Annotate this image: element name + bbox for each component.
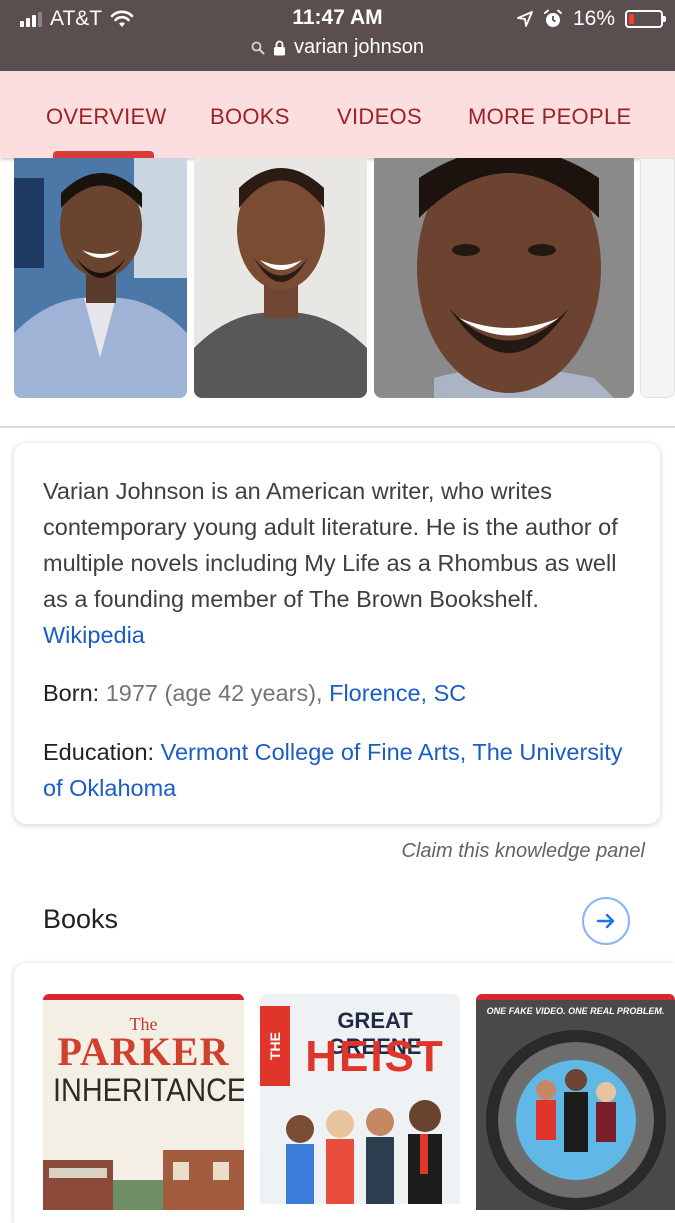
born-fact: Born: 1977 (age 42 years), Florence, SC xyxy=(43,680,466,707)
tab-bar: OVERVIEW BOOKS VIDEOS MORE PEOPLE xyxy=(0,71,675,158)
book-cover-2[interactable]: THE GREAT GREENE HEIST xyxy=(260,994,460,1204)
description-text: Varian Johnson is an American writer, wh… xyxy=(43,478,618,612)
battery-percent: 16% xyxy=(572,7,615,30)
books-heading: Books xyxy=(43,904,119,934)
portrait-photo-3[interactable] xyxy=(374,158,634,398)
status-right: 16% xyxy=(517,6,666,32)
location-icon xyxy=(517,11,533,27)
alarm-icon xyxy=(543,9,562,27)
tab-books[interactable]: BOOKS xyxy=(210,104,290,130)
books-more-button[interactable] xyxy=(582,897,630,945)
book-2-title-vertical: THE xyxy=(260,1006,290,1086)
active-tab-indicator xyxy=(53,151,154,158)
born-value: 1977 (age 42 years), xyxy=(105,680,323,706)
tab-overview[interactable]: OVERVIEW xyxy=(46,104,167,130)
book-1-title-sub: INHERITANCE xyxy=(53,1072,244,1108)
arrow-right-icon xyxy=(596,913,615,929)
url-bar[interactable]: varian johnson xyxy=(0,36,675,59)
book-cover-3[interactable]: ONE FAKE VIDEO. ONE REAL PROBLEM. xyxy=(476,994,675,1210)
tab-more-people[interactable]: MORE PEOPLE xyxy=(468,104,631,130)
book-1-title-main: PARKER xyxy=(57,1029,230,1074)
search-icon xyxy=(251,41,265,54)
tab-videos[interactable]: VIDEOS xyxy=(337,104,422,130)
status-bar: AT&T 11:47 AM 16% varian johnson xyxy=(0,0,675,71)
book-3-tagline: ONE FAKE VIDEO. ONE REAL PROBLEM. xyxy=(486,1006,665,1016)
wikipedia-link[interactable]: Wikipedia xyxy=(43,622,145,648)
book-2-title-main: HEIST xyxy=(305,1032,445,1081)
born-label: Born: xyxy=(43,680,100,706)
education-link-1[interactable]: Vermont College of Fine Arts, xyxy=(161,739,467,765)
description: Varian Johnson is an American writer, wh… xyxy=(43,473,633,653)
url-text: varian johnson xyxy=(293,36,425,58)
knowledge-panel-card: Varian Johnson is an American writer, wh… xyxy=(14,443,660,824)
education-label: Education: xyxy=(43,739,155,765)
section-divider xyxy=(0,426,675,428)
portrait-photo-1[interactable] xyxy=(14,158,187,398)
born-place-link[interactable]: Florence, SC xyxy=(329,680,466,706)
book-cover-1[interactable]: The PARKER INHERITANCE xyxy=(43,994,244,1210)
claim-panel-link[interactable]: Claim this knowledge panel xyxy=(402,840,645,863)
portrait-photo-2[interactable] xyxy=(194,158,367,398)
lock-icon xyxy=(273,40,285,55)
portrait-photo-4[interactable] xyxy=(640,158,675,398)
education-fact: Education: Vermont College of Fine Arts,… xyxy=(43,734,633,806)
battery-icon xyxy=(625,10,666,28)
